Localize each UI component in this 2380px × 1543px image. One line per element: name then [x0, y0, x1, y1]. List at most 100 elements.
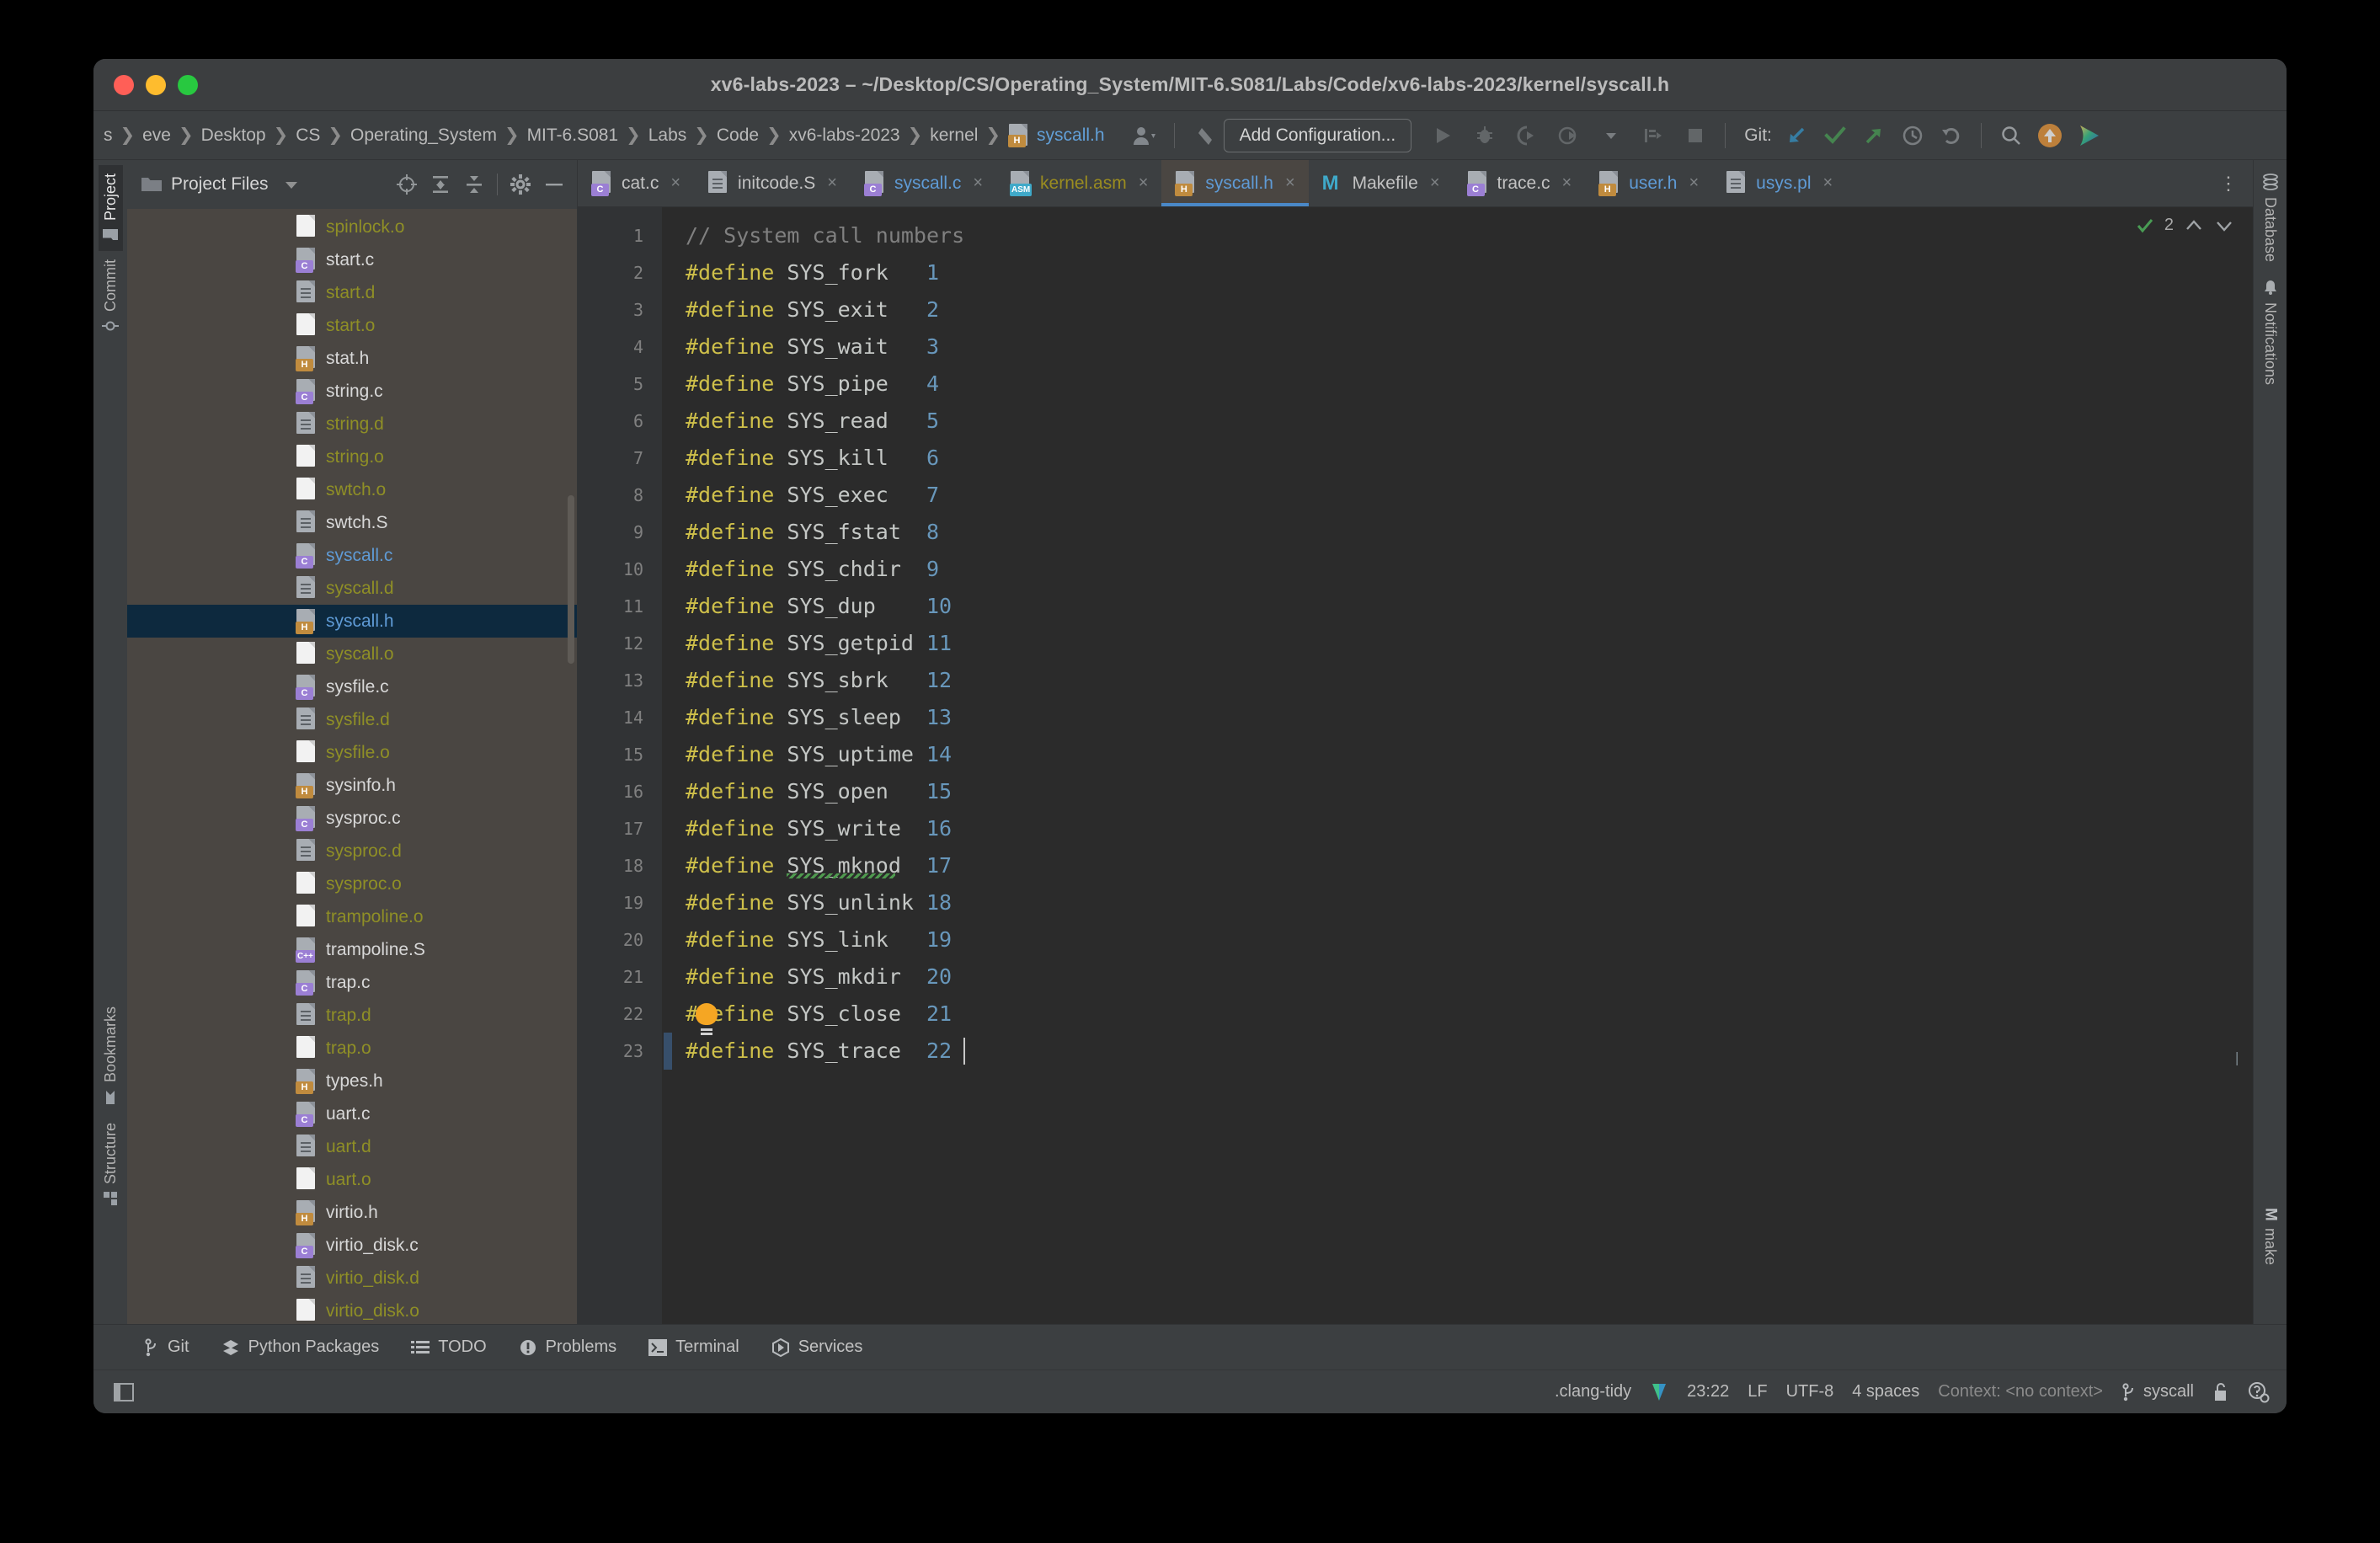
file-tree-item[interactable]: sysproc.d — [127, 835, 577, 868]
code-line[interactable]: #define SYS_sleep 13 — [675, 699, 2253, 736]
code-content[interactable]: // System call numbers #define SYS_fork 1… — [675, 207, 2253, 1324]
chevron-down-icon[interactable] — [284, 179, 299, 190]
git-commit-icon[interactable] — [1821, 121, 1849, 150]
code-line[interactable]: #define SYS_pipe 4 — [675, 366, 2253, 403]
code-line[interactable]: #define SYS_exec 7 — [675, 477, 2253, 514]
build-icon[interactable] — [1639, 121, 1668, 150]
clang-tidy-status[interactable]: .clang-tidy — [1555, 1382, 1631, 1402]
tool-window-services[interactable]: Services — [771, 1337, 862, 1357]
editor-tab-initcode-s[interactable]: initcode.S × — [694, 160, 851, 206]
code-line[interactable]: #define SYS_uptime 14 — [675, 736, 2253, 773]
file-tree-item[interactable]: Csyscall.c — [127, 539, 577, 572]
breadcrumb-item-2[interactable]: Desktop — [195, 125, 273, 146]
file-tree-item[interactable]: virtio_disk.d — [127, 1262, 577, 1295]
debug-icon[interactable] — [1470, 121, 1499, 150]
code-line[interactable]: #define SYS_open 15 — [675, 773, 2253, 810]
run-icon[interactable] — [1428, 121, 1457, 150]
close-tab-icon[interactable]: × — [973, 174, 983, 193]
file-tree-item[interactable]: Hsyscall.h — [127, 605, 577, 638]
file-tree-item[interactable]: syscall.o — [127, 638, 577, 670]
run-with-coverage-icon[interactable] — [1513, 121, 1541, 150]
settings-icon[interactable] — [510, 174, 531, 195]
code-line[interactable]: #define SYS_fstat 8 — [675, 514, 2253, 551]
intention-bulb-icon[interactable] — [696, 1003, 718, 1031]
code-editor[interactable]: 1 2 3 4 5 6 7 8 9 10 11 12 13 14 15 16 17 18 19 20 21 22 23 //… — [578, 207, 2253, 1324]
tool-window-python-packages[interactable]: Python Packages — [221, 1337, 379, 1357]
file-tree-item[interactable]: string.o — [127, 440, 577, 473]
toggle-panel-icon[interactable] — [114, 1382, 134, 1402]
project-file-tree[interactable]: spinlock.o Cstart.c start.d start.o Hstat.h C… — [127, 209, 577, 1324]
minimize-window-button[interactable] — [146, 74, 166, 95]
code-line[interactable]: #define SYS_trace 22 — [675, 1033, 2253, 1070]
close-tab-icon[interactable]: × — [1430, 174, 1440, 193]
file-tree-item[interactable]: Htypes.h — [127, 1065, 577, 1097]
file-tree-item[interactable]: C++ trampoline.S — [127, 933, 577, 966]
git-rollback-icon[interactable] — [1937, 121, 1966, 150]
editor-tab-usys-pl[interactable]: usys.pl × — [1712, 160, 1846, 206]
tool-window-problems[interactable]: Problems — [519, 1337, 616, 1357]
user-avatar-icon[interactable] — [1130, 121, 1159, 150]
stop-icon[interactable] — [1681, 121, 1710, 150]
add-configuration-button[interactable]: Add Configuration... — [1223, 118, 1412, 152]
file-tree-item[interactable]: spinlock.o — [127, 211, 577, 243]
file-tree-item[interactable]: Cstart.c — [127, 243, 577, 276]
editor-tab-syscall-c[interactable]: Csyscall.c × — [851, 160, 996, 206]
sidebar-item-structure[interactable]: Structure — [99, 1114, 123, 1215]
previous-problem-icon[interactable] — [2184, 217, 2204, 234]
breadcrumb-item-9[interactable]: kernel — [923, 125, 985, 146]
close-tab-icon[interactable]: × — [1823, 174, 1833, 193]
indent-setting[interactable]: 4 spaces — [1852, 1382, 1919, 1402]
code-line[interactable]: #define SYS_unlink 18 — [675, 884, 2253, 921]
git-update-icon[interactable] — [1782, 121, 1811, 150]
file-tree-item[interactable]: start.o — [127, 309, 577, 342]
sidebar-item-make[interactable]: M make — [2258, 1199, 2283, 1273]
code-line[interactable]: #define SYS_fork 1 — [675, 254, 2253, 291]
zoom-window-button[interactable] — [178, 74, 198, 95]
profile-icon[interactable] — [1555, 121, 1583, 150]
tool-window-todo[interactable]: TODO — [411, 1337, 487, 1357]
file-tree-item[interactable]: Csysfile.c — [127, 670, 577, 703]
file-tree-item[interactable]: sysfile.d — [127, 703, 577, 736]
editor-tab-user-h[interactable]: Huser.h × — [1585, 160, 1712, 206]
hide-panel-icon[interactable] — [543, 174, 565, 195]
file-tree-item[interactable]: syscall.d — [127, 572, 577, 605]
tool-window-terminal[interactable]: Terminal — [648, 1337, 739, 1357]
inspection-widget-icon[interactable] — [1650, 1382, 1668, 1402]
tree-scrollbar[interactable] — [568, 495, 574, 664]
breadcrumb-item-0[interactable]: s — [100, 125, 120, 146]
file-tree-item[interactable]: uart.o — [127, 1163, 577, 1196]
sidebar-item-bookmarks[interactable]: Bookmarks — [99, 998, 123, 1114]
editor-tab-kernel-asm[interactable]: ASM kernel.asm × — [996, 160, 1161, 206]
changed-line-marker[interactable] — [664, 1033, 672, 1070]
caret-position[interactable]: 23:22 — [1687, 1382, 1729, 1402]
line-separator[interactable]: LF — [1748, 1382, 1767, 1402]
file-tree-item[interactable]: trampoline.o — [127, 900, 577, 933]
code-line[interactable]: #define SYS_getpid 11 — [675, 625, 2253, 662]
file-tree-item[interactable]: sysproc.o — [127, 868, 577, 900]
breadcrumb-item-3[interactable]: CS — [289, 125, 327, 146]
breadcrumb-item-4[interactable]: Operating_System — [344, 125, 504, 146]
file-tree-item[interactable]: trap.o — [127, 1032, 577, 1065]
tab-options-icon[interactable]: ⋮ — [2204, 160, 2253, 206]
close-tab-icon[interactable]: × — [827, 174, 837, 193]
breadcrumb-current-file[interactable]: H syscall.h — [1001, 123, 1112, 147]
code-line[interactable]: #define SYS_mkdir 20 — [675, 958, 2253, 996]
git-history-icon[interactable] — [1898, 121, 1927, 150]
breadcrumb-item-5[interactable]: MIT-6.S081 — [520, 125, 626, 146]
editor-tab-cat-c[interactable]: Ccat.c × — [578, 160, 694, 206]
locate-icon[interactable] — [396, 174, 418, 195]
sidebar-item-notifications[interactable]: Notifications — [2258, 270, 2282, 393]
file-tree-item[interactable]: trap.d — [127, 999, 577, 1032]
close-tab-icon[interactable]: × — [1562, 174, 1572, 193]
file-tree-item[interactable]: Cvirtio_disk.c — [127, 1229, 577, 1262]
file-tree-item[interactable]: start.d — [127, 276, 577, 309]
close-tab-icon[interactable]: × — [1689, 174, 1699, 193]
code-line[interactable]: #define SYS_wait 3 — [675, 328, 2253, 366]
close-tab-icon[interactable]: × — [1285, 174, 1295, 193]
file-tree-item[interactable]: string.d — [127, 408, 577, 440]
search-icon[interactable] — [1997, 121, 2025, 150]
code-line[interactable]: #define SYS_read 5 — [675, 403, 2253, 440]
collapse-all-icon[interactable] — [463, 174, 485, 195]
next-problem-icon[interactable] — [2214, 217, 2234, 234]
breadcrumb-item-8[interactable]: xv6-labs-2023 — [782, 125, 907, 146]
